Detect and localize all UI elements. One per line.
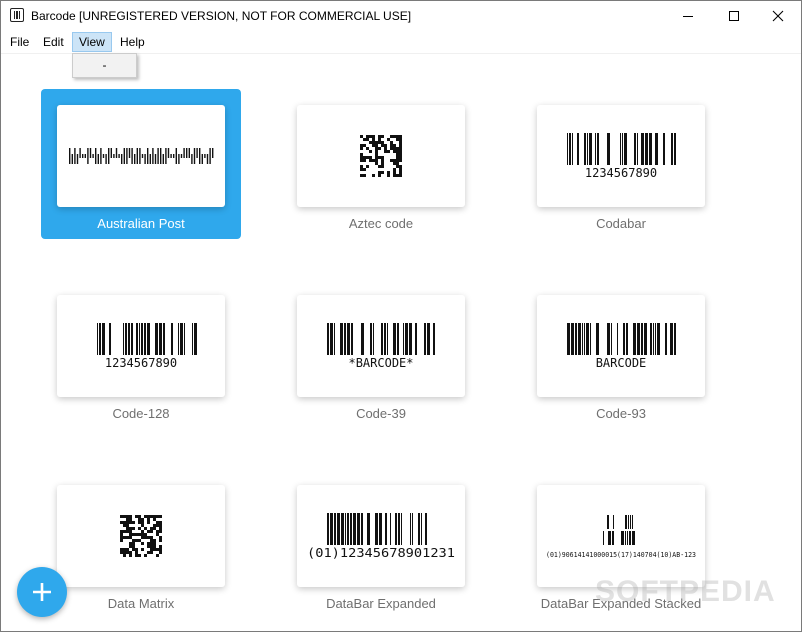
- barcode-tile-databar-expanded[interactable]: (01)12345678901231 DataBar Expanded: [281, 469, 481, 619]
- barcode-preview-card: [57, 485, 225, 587]
- barcode-tile-data-matrix[interactable]: Data Matrix: [41, 469, 241, 619]
- barcode-tile-code-93[interactable]: BARCODE Code-93: [521, 279, 721, 429]
- view-menu-dropdown: -: [72, 53, 137, 78]
- barcode-preview: [69, 148, 214, 164]
- svg-text:*BARCODE*: *BARCODE*: [348, 356, 413, 370]
- barcode-tile-label: DataBar Expanded: [326, 596, 436, 611]
- title-bar[interactable]: Barcode [UNREGISTERED VERSION, NOT FOR C…: [1, 1, 801, 31]
- close-button[interactable]: [755, 1, 801, 31]
- barcode-preview-card: BARCODE: [537, 295, 705, 397]
- barcode-tile-australian-post[interactable]: Australian Post: [41, 89, 241, 239]
- barcode-preview: *BARCODE*: [327, 323, 435, 370]
- barcode-preview: BARCODE: [567, 323, 676, 370]
- watermark: SOFTPEDIA: [595, 575, 776, 608]
- svg-text:1234567890: 1234567890: [585, 166, 657, 180]
- menu-file[interactable]: File: [4, 32, 35, 52]
- barcode-tile-label: Australian Post: [97, 216, 185, 231]
- svg-text:BARCODE: BARCODE: [596, 356, 647, 370]
- barcode-preview-card: [297, 105, 465, 207]
- barcode-tile-aztec[interactable]: Aztec code: [281, 89, 481, 239]
- maximize-icon: [729, 11, 739, 21]
- barcode-preview: (01)90614141000015(17)140704(10)AB-123: [546, 515, 696, 559]
- close-icon: [772, 10, 784, 22]
- menu-view[interactable]: View: [72, 32, 112, 52]
- window-title: Barcode [UNREGISTERED VERSION, NOT FOR C…: [31, 9, 412, 23]
- barcode-preview-card: (01)12345678901231: [297, 485, 465, 587]
- barcode-preview-card: (01)90614141000015(17)140704(10)AB-123: [537, 485, 705, 587]
- barcode-tile-label: Codabar: [596, 216, 646, 231]
- add-barcode-button[interactable]: [17, 567, 67, 617]
- minimize-icon: [683, 16, 693, 17]
- barcode-tile-code-39[interactable]: *BARCODE* Code-39: [281, 279, 481, 429]
- menu-edit[interactable]: Edit: [37, 32, 70, 52]
- barcode-preview: 1234567890: [567, 133, 676, 180]
- barcode-preview: (01)12345678901231: [307, 513, 455, 560]
- barcode-tile-codabar[interactable]: 1234567890 Codabar: [521, 89, 721, 239]
- svg-text:(01)12345678901231: (01)12345678901231: [307, 546, 455, 560]
- app-window: Barcode [UNREGISTERED VERSION, NOT FOR C…: [0, 0, 802, 632]
- barcode-preview-card: [57, 105, 225, 207]
- barcode-preview-card: 1234567890: [537, 105, 705, 207]
- menu-help[interactable]: Help: [114, 32, 151, 52]
- barcode-tile-label: Aztec code: [348, 216, 414, 231]
- svg-text:1234567890: 1234567890: [105, 356, 177, 370]
- barcode-tile-label: Code-128: [112, 406, 170, 421]
- maximize-button[interactable]: [711, 1, 757, 31]
- barcode-tile-label: Data Matrix: [107, 596, 175, 611]
- barcode-preview: [360, 135, 402, 177]
- barcode-preview-card: 1234567890: [57, 295, 225, 397]
- menu-bar: File Edit View Help: [1, 31, 801, 54]
- barcode-preview-card: *BARCODE*: [297, 295, 465, 397]
- barcode-preview: [120, 515, 162, 557]
- barcode-icon: [10, 8, 24, 22]
- barcode-tile-label: Code-39: [356, 406, 406, 421]
- svg-text:(01)90614141000015(17)140704(1: (01)90614141000015(17)140704(10)AB-123: [546, 551, 696, 559]
- barcode-tile-code-128[interactable]: 1234567890 Code-128: [41, 279, 241, 429]
- view-menu-item-separator[interactable]: -: [103, 58, 107, 72]
- minimize-button[interactable]: [665, 1, 711, 31]
- plus-icon: [33, 583, 51, 601]
- barcode-tile-label: Code-93: [596, 406, 646, 421]
- barcode-preview: 1234567890: [97, 323, 197, 370]
